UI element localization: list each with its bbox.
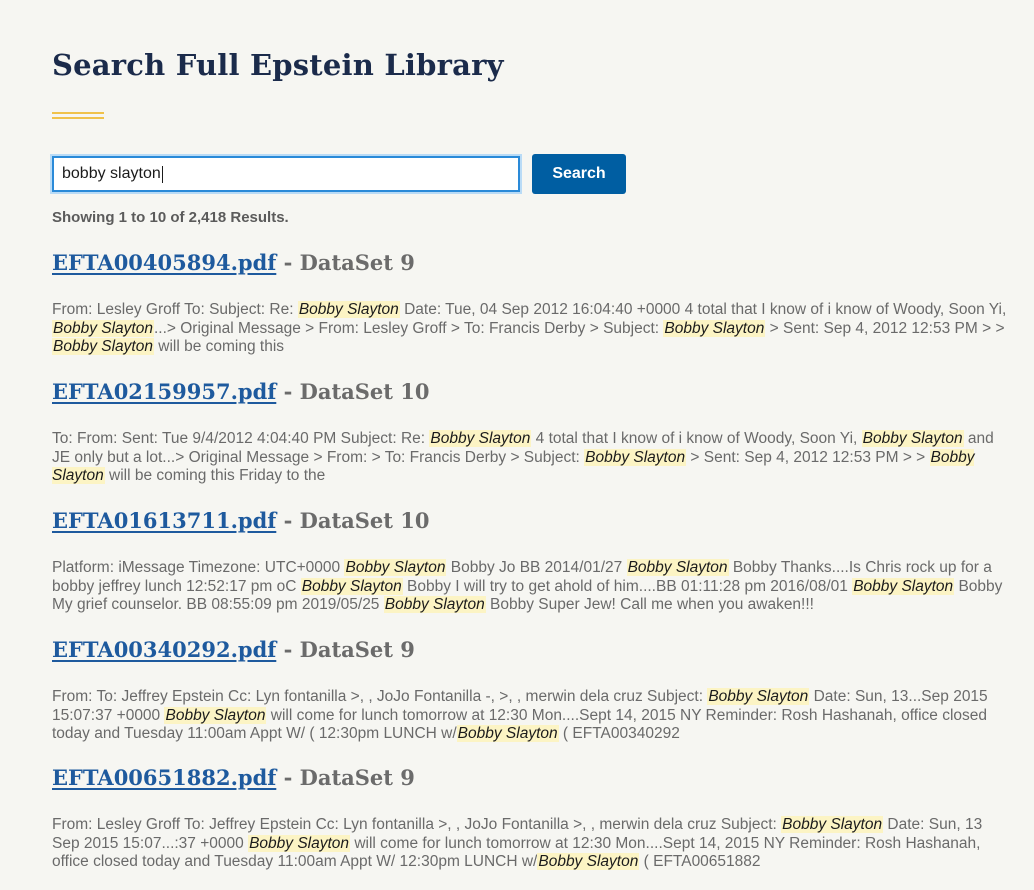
result-item: EFTA00405894.pdf - DataSet 9 From: Lesley…: [52, 250, 1012, 357]
snippet-text: ( EFTA00651882: [639, 853, 761, 870]
result-snippet: Platform: iMessage Timezone: UTC+0000 Bo…: [52, 559, 1012, 615]
highlighted-match: Bobby Slayton: [52, 338, 154, 355]
result-item: EFTA01613711.pdf - DataSet 10 Platform: i…: [52, 508, 1012, 615]
result-heading: EFTA00405894.pdf - DataSet 9: [52, 250, 1012, 275]
snippet-text: > Sent: Sep 4, 2012 12:53 PM > >: [765, 319, 1005, 337]
highlighted-match: Bobby Slayton: [852, 577, 955, 595]
snippet-text: Date: Tue, 04 Sep 2012 16:04:40 +0000 4 …: [399, 301, 1007, 318]
page-title: Search Full Epstein Library: [52, 48, 504, 82]
highlighted-match: Bobby Slayton: [584, 448, 687, 466]
result-snippet: From: Lesley Groff To: Subject: Re: Bobb…: [52, 301, 1012, 357]
snippet-text: To: From: Sent: Tue 9/4/2012 4:04:40 PM …: [52, 430, 430, 447]
result-heading: EFTA00340292.pdf - DataSet 9: [52, 637, 1012, 662]
results-count: Showing 1 to 10 of 2,418 Results.: [52, 209, 289, 226]
result-item: EFTA02159957.pdf - DataSet 10 To: From: S…: [52, 379, 1012, 486]
snippet-text: will be coming this: [153, 338, 285, 355]
highlighted-match: Bobby Slayton: [861, 430, 964, 447]
result-item: EFTA00651882.pdf - DataSet 9 From: Lesley…: [52, 765, 1012, 872]
snippet-text: ...> Original Message > From: Lesley Gro…: [153, 319, 664, 337]
snippet-text: will be coming this Friday to the: [104, 467, 326, 484]
result-separator: -: [276, 250, 300, 275]
highlighted-match: Bobby Slayton: [707, 688, 810, 705]
highlighted-match: Bobby Slayton: [781, 816, 884, 833]
result-snippet: From: To: Jeffrey Epstein Cc: Lyn fontan…: [52, 688, 1012, 744]
snippet-text: > Sent: Sep 4, 2012 12:53 PM > >: [686, 448, 930, 466]
highlighted-match: Bobby Slayton: [297, 301, 400, 318]
snippet-text: Platform: iMessage Timezone: UTC+0000: [52, 559, 345, 576]
highlighted-match: Bobby Slayton: [164, 706, 267, 724]
highlighted-match: Bobby Slayton: [429, 430, 532, 447]
result-dataset-label: DataSet 9: [299, 765, 415, 790]
result-heading: EFTA00651882.pdf - DataSet 9: [52, 765, 1012, 790]
highlighted-match: Bobby Slayton: [663, 319, 766, 337]
snippet-text: Bobby Jo BB 2014/01/27: [446, 559, 627, 576]
result-heading: EFTA01613711.pdf - DataSet 10: [52, 508, 1012, 533]
result-dataset-label: DataSet 9: [299, 637, 415, 662]
result-dataset-label: DataSet 10: [299, 508, 430, 533]
highlighted-match: Bobby Slayton: [52, 319, 154, 337]
result-heading: EFTA02159957.pdf - DataSet 10: [52, 379, 1012, 404]
highlighted-match: Bobby Slayton: [344, 559, 447, 576]
result-snippet: From: Lesley Groff To: Jeffrey Epstein C…: [52, 816, 1012, 872]
snippet-text: Bobby I will try to get ahold of him....…: [402, 577, 853, 595]
result-separator: -: [276, 765, 300, 790]
result-dataset-label: DataSet 10: [299, 379, 430, 404]
snippet-text: From: Lesley Groff To: Subject: Re:: [52, 301, 298, 318]
text-caret: [161, 165, 163, 183]
highlighted-match: Bobby Slayton: [626, 559, 729, 576]
result-file-link[interactable]: EFTA00340292.pdf: [52, 637, 276, 662]
result-separator: -: [276, 637, 300, 662]
result-separator: -: [276, 508, 300, 533]
highlighted-match: Bobby Slayton: [537, 853, 640, 870]
snippet-text: 4 total that I know of i know of Woody, …: [531, 430, 862, 447]
result-file-link[interactable]: EFTA01613711.pdf: [52, 508, 276, 533]
search-form: bobby slayton Search: [50, 154, 626, 194]
search-input-value: bobby slayton: [62, 165, 161, 182]
highlighted-match: Bobby Slayton: [248, 834, 351, 852]
highlighted-match: Bobby Slayton: [383, 596, 486, 613]
result-item: EFTA00340292.pdf - DataSet 9 From: To: Je…: [52, 637, 1012, 744]
search-button[interactable]: Search: [532, 154, 626, 194]
result-file-link[interactable]: EFTA02159957.pdf: [52, 379, 276, 404]
snippet-text: From: Lesley Groff To: Jeffrey Epstein C…: [52, 816, 782, 833]
result-file-link[interactable]: EFTA00651882.pdf: [52, 765, 276, 790]
title-accent-rule: [52, 112, 104, 119]
highlighted-match: Bobby Slayton: [300, 577, 403, 595]
result-snippet: To: From: Sent: Tue 9/4/2012 4:04:40 PM …: [52, 430, 1012, 486]
result-file-link[interactable]: EFTA00405894.pdf: [52, 250, 276, 275]
result-dataset-label: DataSet 9: [299, 250, 415, 275]
snippet-text: ( EFTA00340292: [558, 725, 680, 742]
snippet-text: From: To: Jeffrey Epstein Cc: Lyn fontan…: [52, 688, 708, 705]
highlighted-match: Bobby Slayton: [456, 725, 559, 742]
search-input[interactable]: bobby slayton: [50, 154, 522, 194]
snippet-text: Bobby Super Jew! Call me when you awaken…: [485, 596, 814, 613]
result-separator: -: [276, 379, 300, 404]
